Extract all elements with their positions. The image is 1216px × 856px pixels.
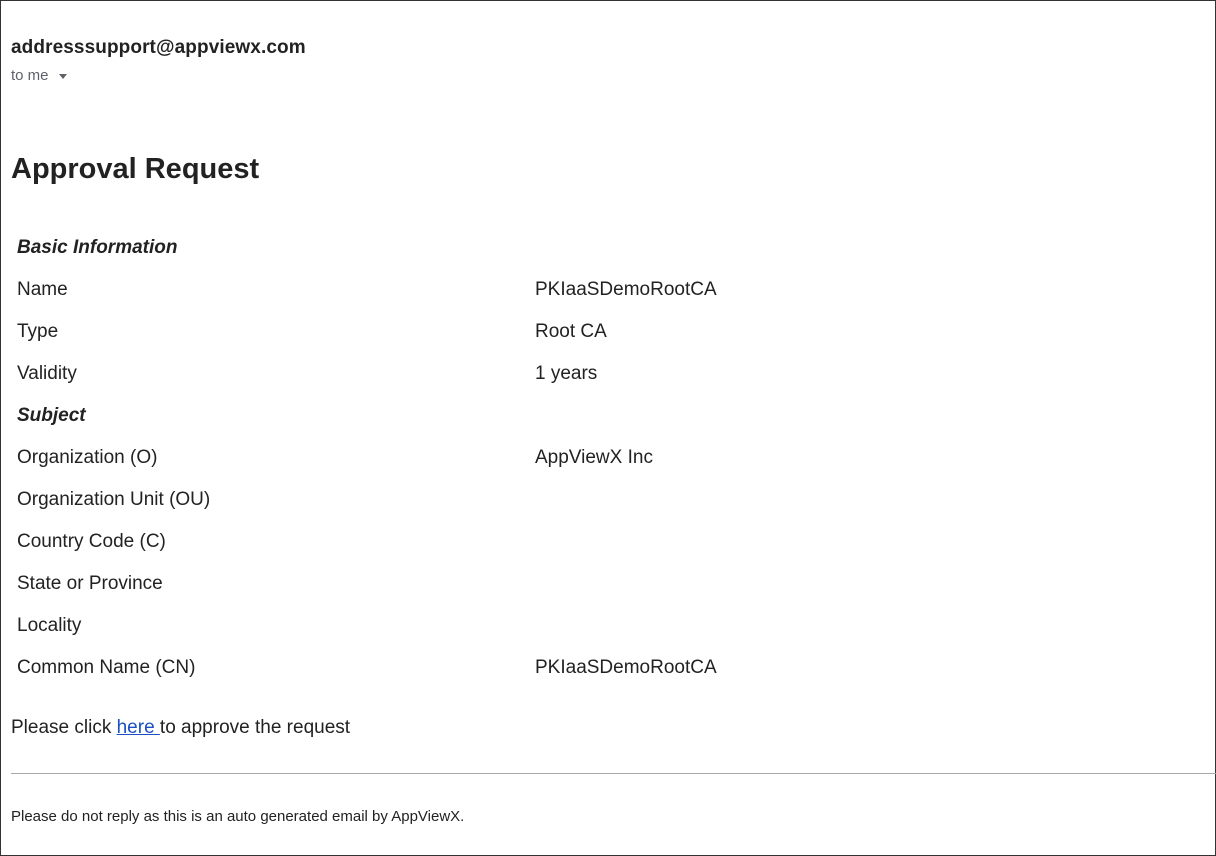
detail-row-locality: Locality (17, 605, 1197, 647)
detail-row-validity: Validity 1 years (17, 353, 1197, 395)
details-table: Basic Information Name PKIaaSDemoRootCA … (17, 227, 1197, 689)
section-heading-label: Basic Information (17, 237, 178, 258)
recipient-label: to me (11, 67, 49, 84)
detail-row-state: State or Province (17, 563, 1197, 605)
detail-label: Common Name (CN) (17, 657, 196, 678)
detail-row-organization: Organization (O) AppViewX Inc (17, 437, 1197, 479)
detail-value: PKIaaSDemoRootCA (535, 279, 717, 300)
detail-label: Type (17, 321, 59, 342)
recipient-line: to me (11, 67, 306, 84)
detail-label: Organization Unit (OU) (17, 489, 211, 510)
detail-row-country-code: Country Code (C) (17, 521, 1197, 563)
caret-down-icon[interactable] (58, 73, 67, 79)
detail-label: State or Province (17, 573, 163, 594)
section-heading-label: Subject (17, 405, 86, 426)
detail-value: 1 years (535, 363, 598, 384)
section-heading-subject: Subject (17, 395, 1197, 437)
email-header: addresssupport@appviewx.com to me (11, 37, 306, 84)
approve-instruction: Please click here to approve the request (11, 717, 350, 739)
sender-address[interactable]: addresssupport@appviewx.com (11, 37, 306, 59)
detail-label: Validity (17, 363, 77, 384)
section-heading-basic-information: Basic Information (17, 227, 1197, 269)
detail-label: Locality (17, 615, 82, 636)
detail-value: Root CA (535, 321, 607, 342)
detail-label: Organization (O) (17, 447, 158, 468)
email-frame: addresssupport@appviewx.com to me Approv… (0, 0, 1216, 856)
detail-row-type: Type Root CA (17, 311, 1197, 353)
footer-note: Please do not reply as this is an auto g… (11, 808, 465, 825)
approve-prefix: Please click (11, 717, 117, 738)
detail-label: Country Code (C) (17, 531, 166, 552)
email-title: Approval Request (11, 153, 260, 185)
approve-link[interactable]: here (117, 717, 160, 738)
detail-row-common-name: Common Name (CN) PKIaaSDemoRootCA (17, 647, 1197, 689)
detail-value: PKIaaSDemoRootCA (535, 657, 717, 678)
detail-value: AppViewX Inc (535, 447, 653, 468)
footer-divider (11, 773, 1216, 774)
detail-label: Name (17, 279, 68, 300)
detail-row-name: Name PKIaaSDemoRootCA (17, 269, 1197, 311)
approve-suffix: to approve the request (159, 717, 351, 738)
detail-row-organization-unit: Organization Unit (OU) (17, 479, 1197, 521)
